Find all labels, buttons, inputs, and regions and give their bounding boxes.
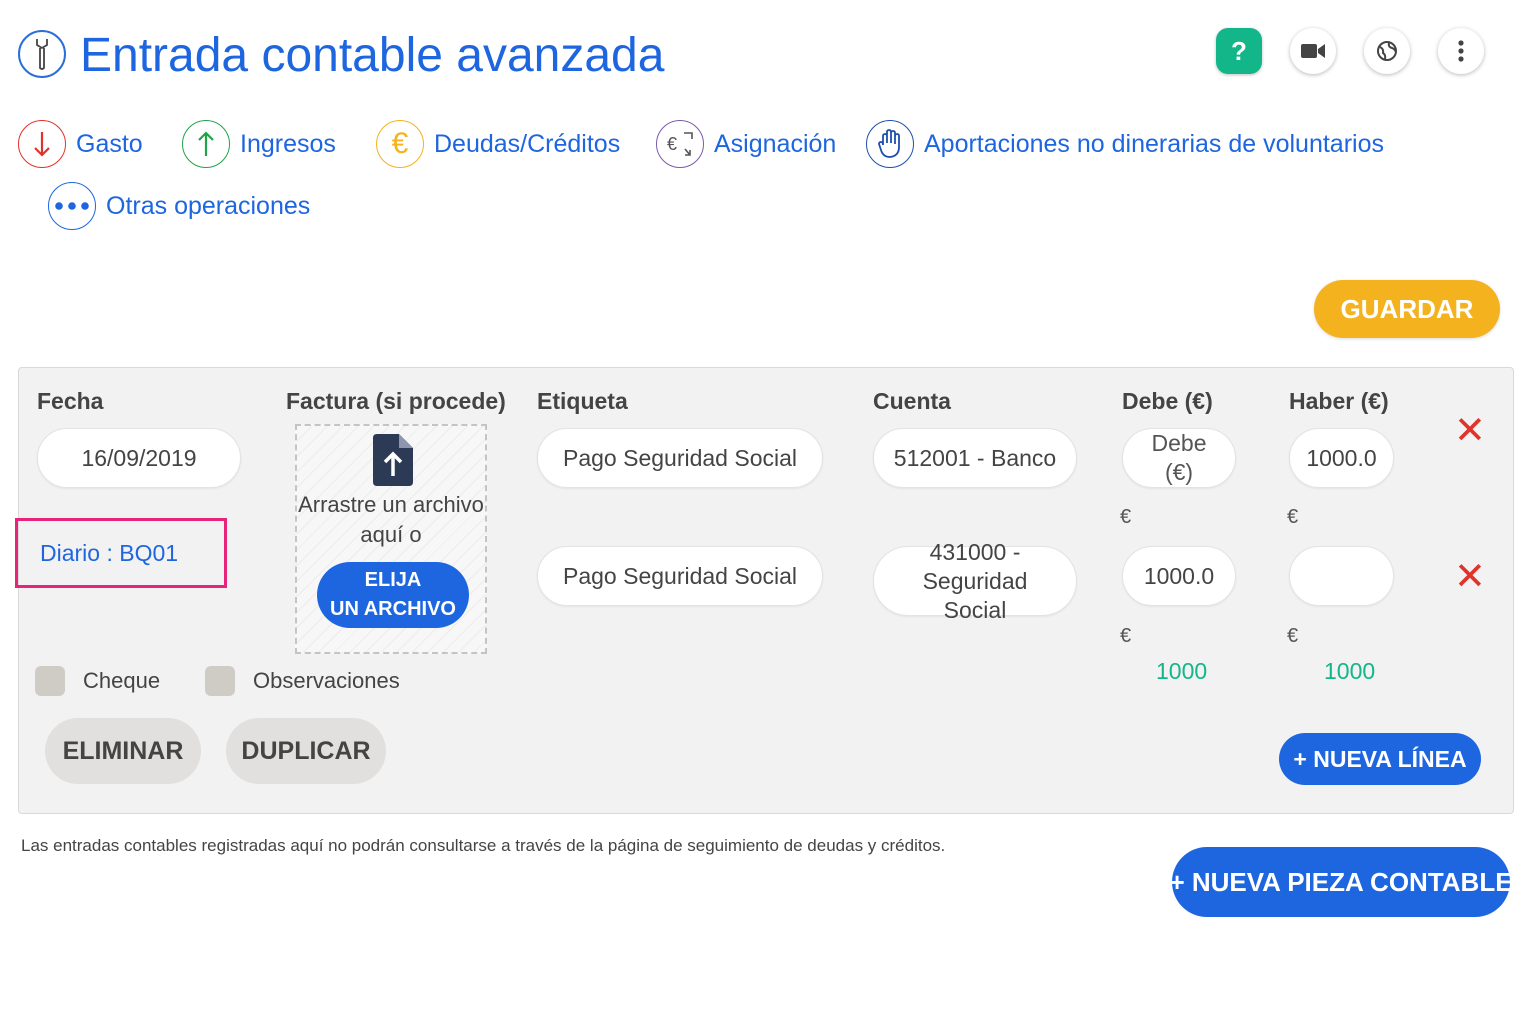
operation-label: Ingresos bbox=[240, 129, 336, 158]
operation-label: Otras operaciones bbox=[106, 191, 311, 220]
kebab-menu-icon bbox=[1458, 40, 1464, 62]
globe-icon bbox=[1377, 41, 1397, 61]
arrow-down-icon bbox=[18, 120, 66, 168]
video-button[interactable] bbox=[1290, 28, 1336, 74]
checkbox-square[interactable] bbox=[205, 666, 235, 696]
hand-icon bbox=[866, 120, 914, 168]
more-dots-icon bbox=[48, 182, 96, 230]
operation-gasto[interactable]: Gasto bbox=[18, 120, 143, 168]
column-header-date: Fecha bbox=[37, 388, 104, 414]
operation-deudas-creditos[interactable]: € Deudas/Créditos bbox=[376, 120, 620, 168]
date-input[interactable]: 16/09/2019 bbox=[37, 428, 241, 488]
credit-total: 1000 bbox=[1324, 658, 1376, 684]
arrow-up-icon bbox=[182, 120, 230, 168]
credit-input-line-2[interactable] bbox=[1289, 546, 1394, 606]
accounting-entry-panel: Fecha Factura (si procede) Etiqueta Cuen… bbox=[15, 367, 1514, 814]
footnote: Las entradas contables registradas aquí … bbox=[21, 836, 946, 855]
svg-text:€: € bbox=[667, 134, 677, 154]
currency-symbol: € bbox=[1287, 506, 1299, 528]
operation-label: Deudas/Créditos bbox=[434, 129, 621, 158]
delete-entry-button[interactable]: ELIMINAR bbox=[45, 718, 201, 784]
label-input-line-2[interactable]: Pago Seguridad Social bbox=[537, 546, 823, 606]
delete-line-2-icon[interactable]: ✕ bbox=[1454, 558, 1486, 596]
debit-total: 1000 bbox=[1156, 658, 1208, 684]
delete-line-1-icon[interactable]: ✕ bbox=[1454, 412, 1486, 450]
operation-label: Gasto bbox=[76, 129, 143, 158]
cheque-checkbox[interactable]: Cheque bbox=[35, 666, 160, 696]
column-header-label: Etiqueta bbox=[537, 388, 628, 414]
language-button[interactable] bbox=[1364, 28, 1410, 74]
invoice-dropzone[interactable]: Arrastre un archivo aquí o ELIJA UN ARCH… bbox=[295, 424, 487, 654]
label-input-line-1[interactable]: Pago Seguridad Social bbox=[537, 428, 823, 488]
operation-label: Asignación bbox=[714, 129, 837, 158]
checkbox-square[interactable] bbox=[35, 666, 65, 696]
observaciones-checkbox[interactable]: Observaciones bbox=[205, 666, 400, 696]
choose-file-button[interactable]: ELIJA UN ARCHIVO bbox=[317, 562, 469, 628]
operation-asignacion[interactable]: € Asignación bbox=[656, 120, 836, 168]
operation-aportaciones[interactable]: Aportaciones no dinerarias de voluntario… bbox=[866, 120, 1384, 168]
currency-symbol: € bbox=[1120, 506, 1132, 528]
duplicate-entry-button[interactable]: DUPLICAR bbox=[226, 718, 386, 784]
column-header-invoice: Factura (si procede) bbox=[286, 388, 506, 414]
menu-button[interactable] bbox=[1438, 28, 1484, 74]
column-header-credit: Haber (€) bbox=[1289, 388, 1389, 414]
help-button[interactable]: ? bbox=[1216, 28, 1262, 74]
checkbox-label: Cheque bbox=[83, 668, 161, 693]
operation-otras[interactable]: Otras operaciones bbox=[48, 182, 310, 230]
debit-input-line-2[interactable]: 1000.0 bbox=[1122, 546, 1236, 606]
debit-input-line-1[interactable]: Debe (€) bbox=[1122, 428, 1236, 488]
credit-input-line-1[interactable]: 1000.0 bbox=[1289, 428, 1394, 488]
file-upload-icon bbox=[373, 434, 413, 486]
journal-label: Diario : BQ01 bbox=[15, 518, 227, 588]
currency-symbol: € bbox=[1287, 625, 1299, 647]
account-select-line-2[interactable]: 431000 - Seguridad Social bbox=[873, 539, 1077, 623]
video-camera-icon bbox=[1301, 44, 1325, 58]
column-header-debit: Debe (€) bbox=[1122, 388, 1213, 414]
operation-label: Aportaciones no dinerarias de voluntario… bbox=[924, 129, 1384, 158]
operation-ingresos[interactable]: Ingresos bbox=[182, 120, 336, 168]
euro-icon: € bbox=[376, 120, 424, 168]
page-title: Entrada contable avanzada bbox=[80, 29, 665, 82]
dropzone-text: Arrastre un archivo aquí o bbox=[298, 492, 484, 547]
top-actions: ? bbox=[1216, 28, 1484, 74]
account-select-line-1[interactable]: 512001 - Banco bbox=[873, 428, 1077, 488]
save-button[interactable]: GUARDAR bbox=[1314, 280, 1500, 338]
currency-symbol: € bbox=[1120, 625, 1132, 647]
wrench-icon bbox=[18, 30, 66, 78]
checkbox-label: Observaciones bbox=[253, 668, 400, 693]
new-line-button[interactable]: + NUEVA LÍNEA bbox=[1279, 733, 1481, 785]
new-accounting-piece-button[interactable]: + NUEVA PIEZA CONTABLE bbox=[1169, 847, 1513, 917]
euro-exchange-icon: € bbox=[656, 120, 704, 168]
column-header-account: Cuenta bbox=[873, 388, 951, 414]
